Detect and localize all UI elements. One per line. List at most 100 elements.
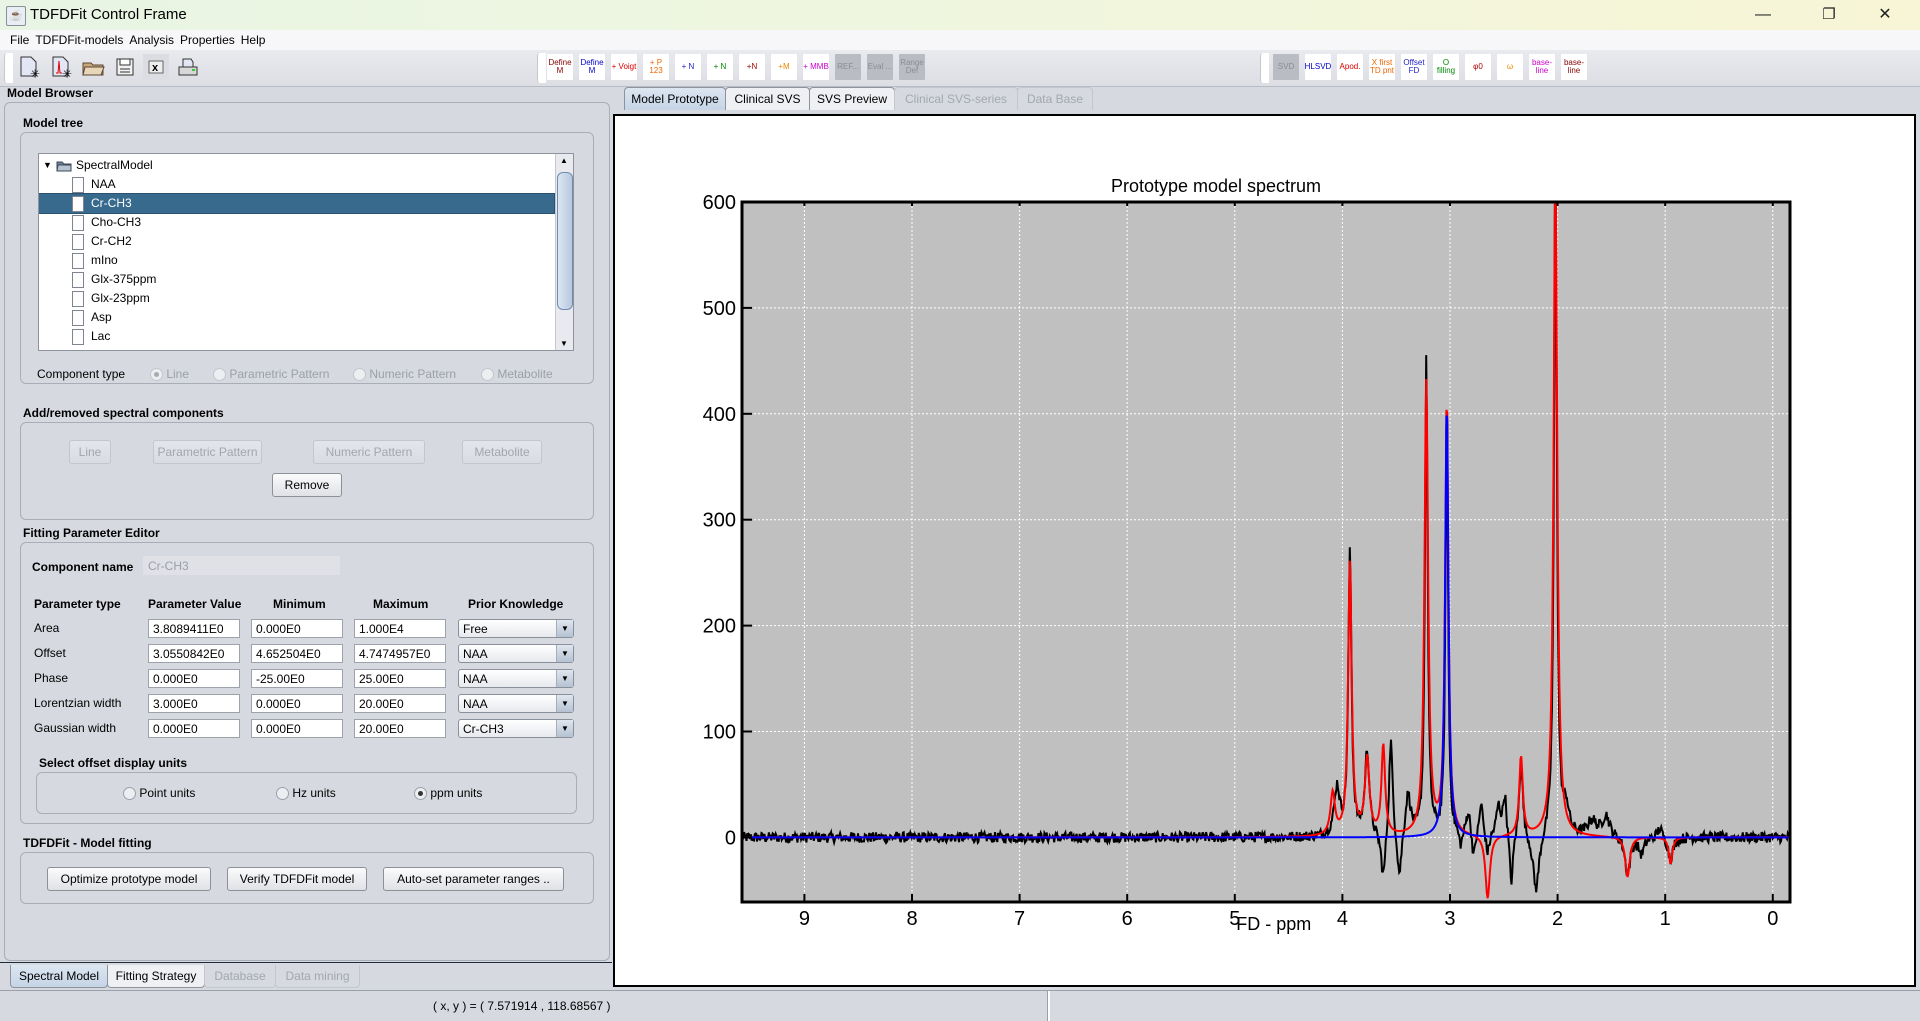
parameter-value-field[interactable]: 0.000E0 xyxy=(148,719,240,738)
component-type-line[interactable]: Line xyxy=(150,367,189,382)
add-voigt-icon[interactable]: + Voigt xyxy=(611,54,637,80)
chevron-down-icon[interactable]: ▼ xyxy=(556,720,573,737)
first-td-point-icon[interactable]: X first TD pnt xyxy=(1369,54,1395,80)
radio-icon[interactable] xyxy=(123,787,136,801)
parameter-max-field[interactable]: 4.7474957E0 xyxy=(354,644,446,663)
tree-item[interactable]: mIno xyxy=(39,251,554,270)
spectrum-canvas[interactable]: 0 100 200 300 400 500 600 9876543210 Prototype… xyxy=(613,114,1916,987)
offset-fd-icon[interactable]: Offset FD xyxy=(1401,54,1427,80)
tab-fitting-strategy[interactable]: Fitting Strategy xyxy=(107,965,205,988)
tree-item[interactable]: Glx-375ppm xyxy=(39,270,554,289)
prior-knowledge-select[interactable]: NAA ▼ xyxy=(458,644,574,663)
parameter-min-field[interactable]: 0.000E0 xyxy=(251,719,343,738)
prior-knowledge-select[interactable]: NAA ▼ xyxy=(458,694,574,713)
tab-clinical-svs-series[interactable]: Clinical SVS-series xyxy=(894,87,1018,110)
chevron-down-icon[interactable]: ▼ xyxy=(556,695,573,712)
parameter-value-field[interactable]: 3.0550842E0 xyxy=(148,644,240,663)
model-tree[interactable]: ▼ SpectralModel NAA Cr-CH3 Cho-CH3 Cr-CH2 mI… xyxy=(38,153,574,351)
close-file-icon[interactable]: x xyxy=(143,54,169,80)
evaluate-icon[interactable]: Eval ... xyxy=(867,54,893,80)
parameter-value-field[interactable]: 3.000E0 xyxy=(148,694,240,713)
new-spectrum-icon[interactable]: ✳ xyxy=(48,54,74,80)
print-icon[interactable] xyxy=(175,54,201,80)
remove-button[interactable]: Remove xyxy=(272,473,342,497)
close-button[interactable]: ✕ xyxy=(1862,0,1908,30)
zero-filling-icon[interactable]: O filling xyxy=(1433,54,1459,80)
spectrum-chart[interactable]: 0100200300400500600 9876543210 Prototype… xyxy=(615,116,1914,985)
parameter-max-field[interactable]: 1.000E4 xyxy=(354,619,446,638)
new-model-icon[interactable]: ✳ xyxy=(16,54,42,80)
component-type-numeric[interactable]: Numeric Pattern xyxy=(353,367,456,382)
tab-svs-preview[interactable]: SVS Preview xyxy=(809,87,895,110)
offset-unit-point[interactable]: Point units xyxy=(123,786,195,801)
prior-knowledge-select[interactable]: NAA ▼ xyxy=(458,669,574,688)
scroll-up-icon[interactable]: ▲ xyxy=(560,156,568,165)
add-mmb-icon[interactable]: + MMB xyxy=(803,54,829,80)
parameter-value-field[interactable]: 0.000E0 xyxy=(148,669,240,688)
save-icon[interactable] xyxy=(112,54,138,80)
svd-icon[interactable]: SVD xyxy=(1273,54,1299,80)
component-type-metabolite[interactable]: Metabolite xyxy=(481,367,553,382)
tab-spectral-model[interactable]: Spectral Model xyxy=(10,965,108,988)
apodization-icon[interactable]: Apod. xyxy=(1337,54,1363,80)
parameter-max-field[interactable]: 25.00E0 xyxy=(354,669,446,688)
add-line-button[interactable]: Line xyxy=(69,440,111,464)
reference-icon[interactable]: REF... xyxy=(835,54,861,80)
tab-clinical-svs[interactable]: Clinical SVS xyxy=(725,87,810,110)
tree-item[interactable]: Glx-23ppm xyxy=(39,289,554,308)
maximize-button[interactable]: ❐ xyxy=(1806,0,1852,30)
tree-item[interactable]: Cho-CH3 xyxy=(39,213,554,232)
hlsvd-icon[interactable]: HLSVD xyxy=(1305,54,1331,80)
tree-item[interactable]: Cr-CH3 xyxy=(39,193,555,214)
chevron-down-icon[interactable]: ▼ xyxy=(556,645,573,662)
radio-icon[interactable] xyxy=(150,368,163,382)
menu-file[interactable]: File xyxy=(7,30,32,50)
tree-item[interactable]: Cr-CH2 xyxy=(39,232,554,251)
radio-icon[interactable] xyxy=(481,368,494,382)
baseline-2-icon[interactable]: base-line xyxy=(1561,54,1587,80)
radio-icon[interactable] xyxy=(276,787,289,801)
radio-icon[interactable] xyxy=(213,368,226,382)
parameter-max-field[interactable]: 20.00E0 xyxy=(354,694,446,713)
add-parametric-pattern-button[interactable]: Parametric Pattern xyxy=(153,440,262,464)
minimize-button[interactable]: — xyxy=(1740,0,1786,30)
open-folder-icon[interactable] xyxy=(80,54,106,80)
toolbar-grip[interactable] xyxy=(537,53,546,83)
add-numeric-red-icon[interactable]: +N xyxy=(739,54,765,80)
add-numeric-blue-icon[interactable]: + N xyxy=(675,54,701,80)
tree-item[interactable]: Asp xyxy=(39,308,554,327)
toolbar-grip[interactable] xyxy=(1260,53,1269,83)
menu-properties[interactable]: Properties xyxy=(177,30,238,50)
define-water-model-icon[interactable]: Define M xyxy=(579,54,605,80)
tab-model-prototype[interactable]: Model Prototype xyxy=(624,87,726,110)
menu-analysis[interactable]: Analysis xyxy=(126,30,177,50)
chevron-down-icon[interactable]: ▼ xyxy=(556,670,573,687)
add-metabolite-icon[interactable]: +M xyxy=(771,54,797,80)
chevron-down-icon[interactable]: ▼ xyxy=(556,620,573,637)
optimize-prototype-button[interactable]: Optimize prototype model xyxy=(47,867,211,891)
tree-scrollbar[interactable]: ▲ ▼ xyxy=(555,154,573,350)
expand-triangle-icon[interactable]: ▼ xyxy=(43,156,52,175)
auto-set-ranges-button[interactable]: Auto-set parameter ranges .. xyxy=(383,867,564,891)
range-def-icon[interactable]: Range Def xyxy=(899,54,925,80)
radio-icon[interactable] xyxy=(353,368,366,382)
tree-item[interactable]: NAA xyxy=(39,175,554,194)
parameter-max-field[interactable]: 20.00E0 xyxy=(354,719,446,738)
component-type-parametric[interactable]: Parametric Pattern xyxy=(213,367,329,382)
parameter-value-field[interactable]: 3.8089411E0 xyxy=(148,619,240,638)
prior-knowledge-select[interactable]: Cr-CH3 ▼ xyxy=(458,719,574,738)
tab-data-base[interactable]: Data Base xyxy=(1017,87,1093,110)
tab-database[interactable]: Database xyxy=(204,965,276,988)
parameter-min-field[interactable]: 0.000E0 xyxy=(251,694,343,713)
add-parametric-icon[interactable]: + P 123 xyxy=(643,54,669,80)
scrollbar-thumb[interactable] xyxy=(557,172,573,310)
parameter-min-field[interactable]: 0.000E0 xyxy=(251,619,343,638)
component-name-field[interactable]: Cr-CH3 xyxy=(143,556,340,575)
menu-tdfdfit-models[interactable]: TDFDFit-models xyxy=(32,30,126,50)
add-numeric-green-icon[interactable]: + N xyxy=(707,54,733,80)
parameter-min-field[interactable]: 4.652504E0 xyxy=(251,644,343,663)
add-metabolite-button[interactable]: Metabolite xyxy=(462,440,542,464)
tree-item[interactable]: Lac xyxy=(39,327,554,346)
toolbar-grip[interactable] xyxy=(4,53,13,83)
tree-root[interactable]: ▼ SpectralModel xyxy=(39,156,554,175)
